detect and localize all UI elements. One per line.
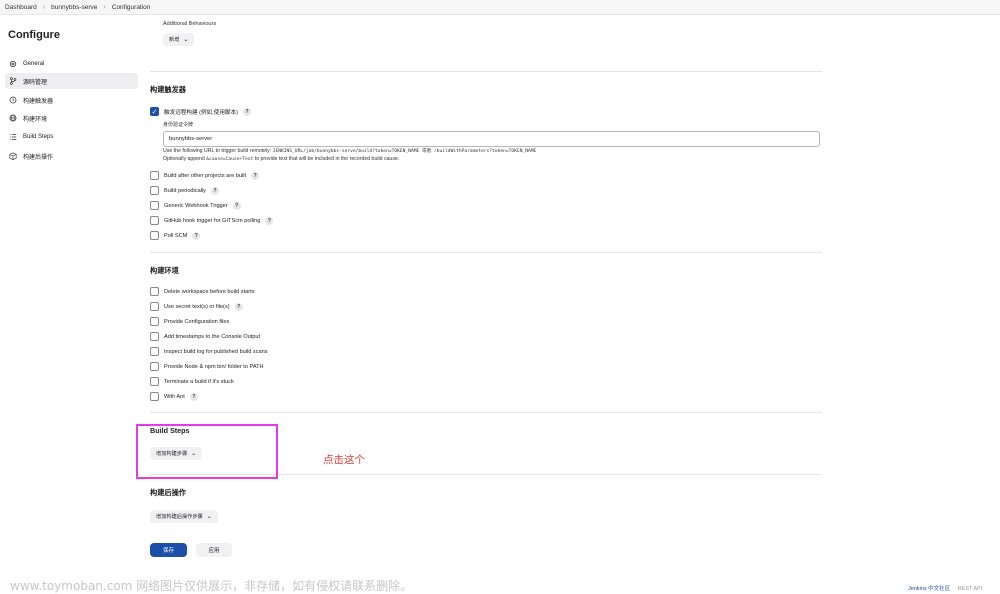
help-icon[interactable]: ? <box>234 302 243 311</box>
chevron-right-icon: › <box>42 3 46 11</box>
chevron-down-icon: ⌄ <box>183 37 189 43</box>
help-icon[interactable]: ? <box>242 107 251 116</box>
token-label: 身份验证令牌 <box>163 122 194 128</box>
breadcrumb-job[interactable]: bunnybbs-serve <box>51 4 97 11</box>
footer-version[interactable]: REST API <box>958 586 983 592</box>
footer-link[interactable]: Jenkins 中文社区 <box>908 586 950 592</box>
env-option[interactable]: Provide Configuration files <box>150 316 229 327</box>
env-option[interactable]: Inspect build log for published build sc… <box>150 346 268 357</box>
env-option[interactable]: Use secret text(s) or file(s)? <box>150 301 243 312</box>
trigger-remote-row[interactable]: ✓ 触发远程构建 (例如,使用脚本) ? <box>150 106 251 117</box>
section-title-post-build: 构建后操作 <box>150 488 186 497</box>
help-icon[interactable]: ? <box>265 216 274 225</box>
env-option[interactable]: Delete workspace before build starts <box>150 286 254 297</box>
checkbox[interactable] <box>150 317 159 326</box>
section-title-triggers: 构建触发器 <box>150 85 186 94</box>
breadcrumb-configuration[interactable]: Configuration <box>112 4 151 11</box>
env-option[interactable]: Provide Node & npm bin/ folder to PATH <box>150 361 264 372</box>
checkbox[interactable] <box>150 347 159 356</box>
help-icon[interactable]: ? <box>192 231 201 240</box>
checkbox[interactable] <box>150 231 159 240</box>
sidebar-item-post-build[interactable]: 构建后操作 <box>5 148 138 164</box>
clock-icon <box>8 96 17 105</box>
checkbox[interactable] <box>150 216 159 225</box>
trigger-option[interactable]: Build after other projects are built? <box>150 170 260 181</box>
checkbox[interactable] <box>150 332 159 341</box>
sidebar-item-label: 构建环境 <box>23 116 48 123</box>
divider <box>150 252 822 253</box>
remote-trigger-label: 触发远程构建 (例如,使用脚本) <box>164 109 238 116</box>
annotation-text: 点击这个 <box>323 454 365 466</box>
watermark: www.toymoban.com 网络图片仅供展示，非存储，如有侵权请联系删除。 <box>10 579 413 593</box>
additional-behaviours-label: Additional Behaviours <box>163 21 217 27</box>
chevron-down-icon: ⌄ <box>206 514 212 520</box>
checkbox[interactable] <box>150 287 159 296</box>
env-option[interactable]: Add timestamps to the Console Output <box>150 331 260 342</box>
annotation-highlight-box <box>136 424 278 479</box>
sidebar-item-label: 构建触发器 <box>23 98 54 105</box>
gear-icon <box>8 60 17 69</box>
trigger-option[interactable]: Generic Webhook Trigger? <box>150 200 241 211</box>
token-input[interactable]: bunnybbs-server <box>163 131 820 147</box>
list-icon <box>8 133 17 142</box>
section-title-environment: 构建环境 <box>150 266 179 275</box>
page-title: Configure <box>8 29 60 41</box>
help-icon[interactable]: ? <box>189 392 198 401</box>
breadcrumb-dashboard[interactable]: Dashboard <box>5 4 37 11</box>
branch-icon <box>8 77 17 86</box>
help-icon[interactable]: ? <box>210 186 219 195</box>
sidebar-item-build-steps[interactable]: Build Steps <box>5 129 138 145</box>
box-icon <box>8 152 17 161</box>
remote-trigger-checkbox[interactable]: ✓ <box>150 107 159 116</box>
sidebar-item-label: Build Steps <box>23 134 54 140</box>
checkbox[interactable] <box>150 362 159 371</box>
add-behaviour-button[interactable]: 新增 ⌄ <box>163 33 195 46</box>
globe-icon <box>8 114 17 123</box>
checkbox[interactable] <box>150 201 159 210</box>
checkbox[interactable] <box>150 171 159 180</box>
checkbox[interactable] <box>150 302 159 311</box>
trigger-option[interactable]: GitHub hook trigger for GITScm polling? <box>150 215 274 226</box>
add-post-build-button[interactable]: 增加构建后操作步骤 ⌄ <box>150 510 218 523</box>
cause-hint: Optionally append &cause=Cause+Text to p… <box>163 156 400 162</box>
env-option[interactable]: Terminate a build if it's stuck <box>150 376 234 387</box>
divider <box>150 71 822 72</box>
chevron-right-icon: › <box>103 3 106 11</box>
checkbox[interactable] <box>150 377 159 386</box>
sidebar-item-general[interactable]: General <box>5 56 138 72</box>
trigger-option[interactable]: Poll SCM? <box>150 230 201 241</box>
checkbox[interactable] <box>150 392 159 401</box>
env-option[interactable]: With Ant? <box>150 391 198 402</box>
save-button[interactable]: 保存 <box>150 543 187 557</box>
breadcrumb: Dashboard › bunnybbs-serve › Configurati… <box>0 0 1000 15</box>
sidebar-item-environment[interactable]: 构建环境 <box>5 110 138 126</box>
checkbox[interactable] <box>150 186 159 195</box>
sidebar-item-label: General <box>23 61 45 67</box>
divider <box>150 412 822 413</box>
help-icon[interactable]: ? <box>251 171 260 180</box>
sidebar-item-label: 源码管理 <box>23 79 48 86</box>
sidebar-item-label: 构建后操作 <box>23 154 54 161</box>
help-icon[interactable]: ? <box>232 201 241 210</box>
apply-button[interactable]: 应用 <box>196 543 232 557</box>
remote-url-hint: Use the following URL to trigger build r… <box>163 148 537 154</box>
footer: Jenkins 中文社区 REST API <box>908 584 982 592</box>
sidebar-item-scm[interactable]: 源码管理 <box>5 73 138 89</box>
trigger-option[interactable]: Build periodically? <box>150 185 219 196</box>
sidebar-item-triggers[interactable]: 构建触发器 <box>5 92 138 108</box>
